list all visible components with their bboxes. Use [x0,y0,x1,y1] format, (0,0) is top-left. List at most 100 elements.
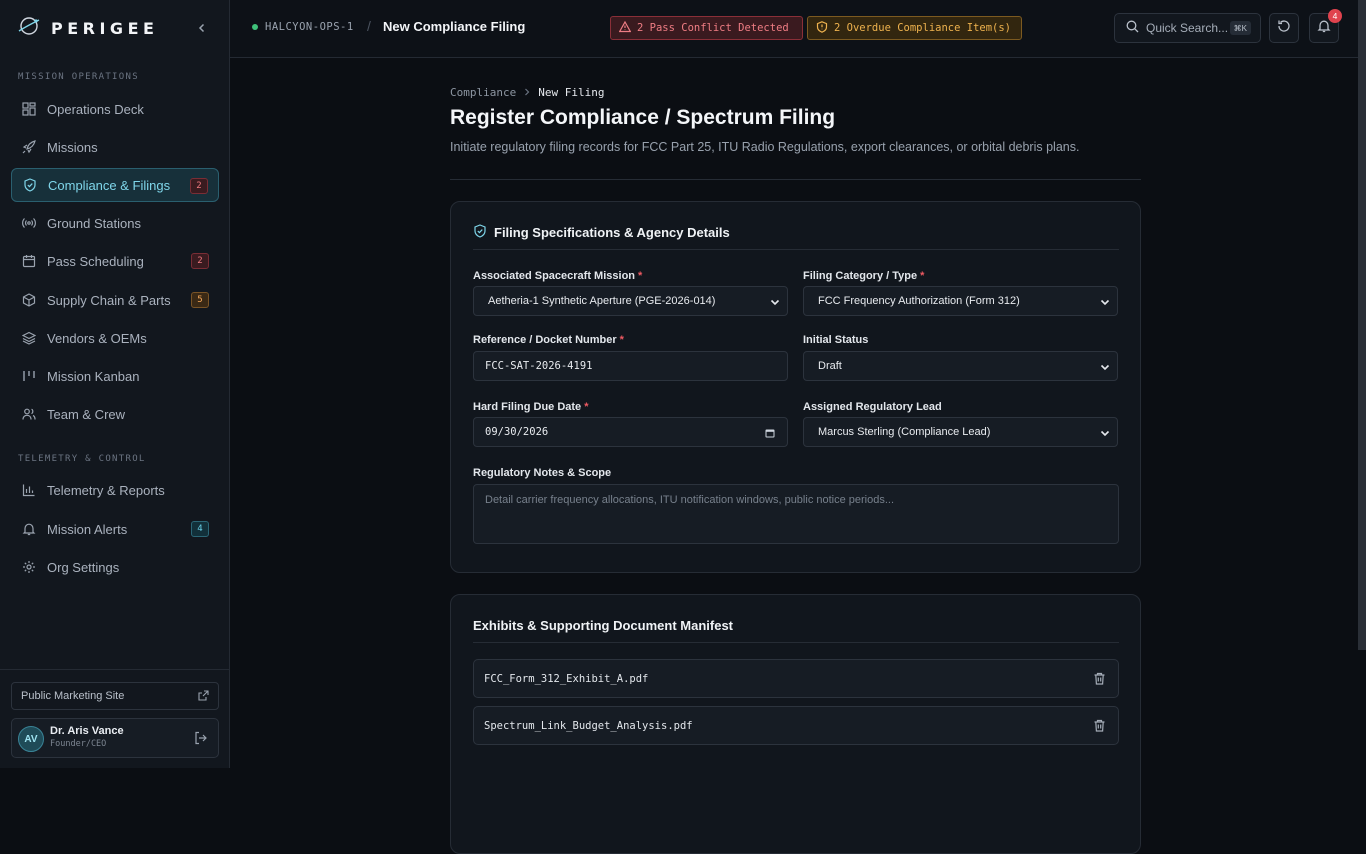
status-label: Initial Status [803,334,869,346]
pass-conflict-alert[interactable]: 2 Pass Conflict Detected [610,16,803,40]
status-value: Draft [818,360,842,372]
sidebar-item-label: Operations Deck [47,101,144,117]
notes-label: Regulatory Notes & Scope [473,467,612,479]
docket-input[interactable]: FCC-SAT-2026-4191 [473,351,788,381]
user-name: Dr. Aris Vance [50,725,124,737]
lead-value: Marcus Sterling (Compliance Lead) [818,426,991,438]
sidebar-item-label: Telemetry & Reports [47,482,165,498]
section-title-mission-ops: MISSION OPERATIONS [18,72,139,82]
public-site-label: Public Marketing Site [21,690,125,702]
mission-select[interactable]: Aetheria-1 Synthetic Aperture (PGE-2026-… [473,286,788,316]
lead-select[interactable]: Marcus Sterling (Compliance Lead) [803,417,1118,447]
count-badge: 2 [191,253,209,269]
user-card[interactable]: AV Dr. Aris Vance Founder/CEO [11,718,219,758]
sidebar-item-team[interactable]: Team & Crew [11,397,219,431]
sidebar-item-label: Compliance & Filings [48,177,171,193]
bar-chart-icon [21,482,37,498]
count-badge: 5 [191,292,209,308]
notes-textarea[interactable]: Detail carrier frequency allocations, IT… [473,484,1119,544]
page-scrollbar[interactable] [1358,0,1366,650]
mission-value: Aetheria-1 Synthetic Aperture (PGE-2026-… [488,295,716,307]
orbit-logo-icon [17,14,41,43]
collapse-sidebar-icon[interactable] [193,19,211,37]
antenna-signal-icon [21,215,37,231]
users-icon [21,406,37,422]
category-value: FCC Frequency Authorization (Form 312) [818,295,1020,307]
page-title-topbar: New Compliance Filing [383,19,526,34]
kanban-icon [21,368,37,384]
shield-check-icon [22,177,38,193]
card-divider [473,249,1119,250]
calendar-icon [21,253,37,269]
card-title-text: Exhibits & Supporting Document Manifest [473,618,734,633]
sidebar-item-ground-stations[interactable]: Ground Stations [11,206,219,240]
chevron-right-icon [523,86,531,99]
count-badge: 4 [191,521,209,537]
warning-triangle-icon [618,20,632,36]
breadcrumb-parent-link[interactable]: Compliance [450,86,516,99]
sidebar-item-vendors[interactable]: Vendors & OEMs [11,321,219,355]
document-manifest-card: Exhibits & Supporting Document Manifest … [450,594,1141,854]
workspace-indicator[interactable]: HALCYON-OPS-1 [252,21,354,33]
bell-icon [1317,19,1331,38]
notification-count-badge: 4 [1328,9,1342,23]
logout-icon[interactable] [194,731,208,750]
header-divider [450,179,1141,180]
grid-icon [21,101,37,117]
breadcrumb-separator: / [367,18,371,34]
sidebar-item-kanban[interactable]: Mission Kanban [11,359,219,393]
sidebar-item-compliance[interactable]: Compliance & Filings 2 [11,168,219,202]
public-site-link[interactable]: Public Marketing Site [11,682,219,710]
bell-icon [21,521,37,537]
category-label: Filing Category / Type * [803,270,925,282]
sidebar-item-label: Org Settings [47,559,120,575]
chevron-down-icon [770,297,780,310]
user-role: Founder/CEO [50,739,107,749]
shield-alert-icon [816,20,828,36]
category-select[interactable]: FCC Frequency Authorization (Form 312) [803,286,1118,316]
package-icon [21,292,37,308]
sidebar-item-alerts[interactable]: Mission Alerts 4 [11,512,219,546]
top-bar: HALCYON-OPS-1 / New Compliance Filing 2 … [230,0,1366,58]
gear-icon [21,559,37,575]
sidebar-item-org-settings[interactable]: Org Settings [11,550,219,584]
section-title-telemetry: TELEMETRY & CONTROL [18,454,146,464]
sidebar-item-supply-chain[interactable]: Supply Chain & Parts 5 [11,283,219,317]
status-select[interactable]: Draft [803,351,1118,381]
page-subtitle: Initiate regulatory filing records for F… [450,140,1080,154]
overdue-text: 2 Overdue Compliance Item(s) [834,22,1012,34]
refresh-icon [1277,19,1291,38]
lead-label: Assigned Regulatory Lead [803,401,942,413]
sidebar-item-label: Pass Scheduling [47,253,144,269]
sidebar-item-label: Missions [47,139,98,155]
breadcrumb-current: New Filing [538,86,605,99]
trash-icon[interactable] [1093,672,1106,688]
mission-label: Associated Spacecraft Mission * [473,270,643,282]
overdue-compliance-alert[interactable]: 2 Overdue Compliance Item(s) [807,16,1022,40]
shield-check-icon [473,224,487,241]
brand[interactable]: PERIGEE [17,14,158,42]
docket-value: FCC-SAT-2026-4191 [485,360,593,372]
notifications-button[interactable]: 4 [1309,9,1342,43]
docket-label: Reference / Docket Number * [473,334,624,346]
card-title-text: Filing Specifications & Agency Details [494,225,730,240]
refresh-button[interactable] [1269,13,1299,43]
trash-icon[interactable] [1093,719,1106,735]
sidebar-item-telemetry[interactable]: Telemetry & Reports [11,473,219,507]
due-date-input[interactable]: 09/30/2026 [473,417,788,447]
brand-name: PERIGEE [51,18,159,38]
quick-search-label: Quick Search... [1146,21,1229,35]
sidebar-item-missions[interactable]: Missions [11,130,219,164]
document-row: FCC_Form_312_Exhibit_A.pdf [473,659,1119,698]
sidebar-item-operations-deck[interactable]: Operations Deck [11,92,219,126]
sidebar-item-pass-scheduling[interactable]: Pass Scheduling 2 [11,244,219,278]
quick-search-button[interactable]: Quick Search... ⌘K [1114,13,1261,43]
breadcrumb: Compliance New Filing [450,86,604,99]
external-link-icon [198,690,209,704]
calendar-icon[interactable] [765,428,775,441]
card-divider [473,642,1119,643]
count-badge: 2 [190,178,208,194]
search-icon [1126,20,1139,36]
sidebar-divider [0,669,229,670]
chevron-down-icon [1100,297,1110,310]
